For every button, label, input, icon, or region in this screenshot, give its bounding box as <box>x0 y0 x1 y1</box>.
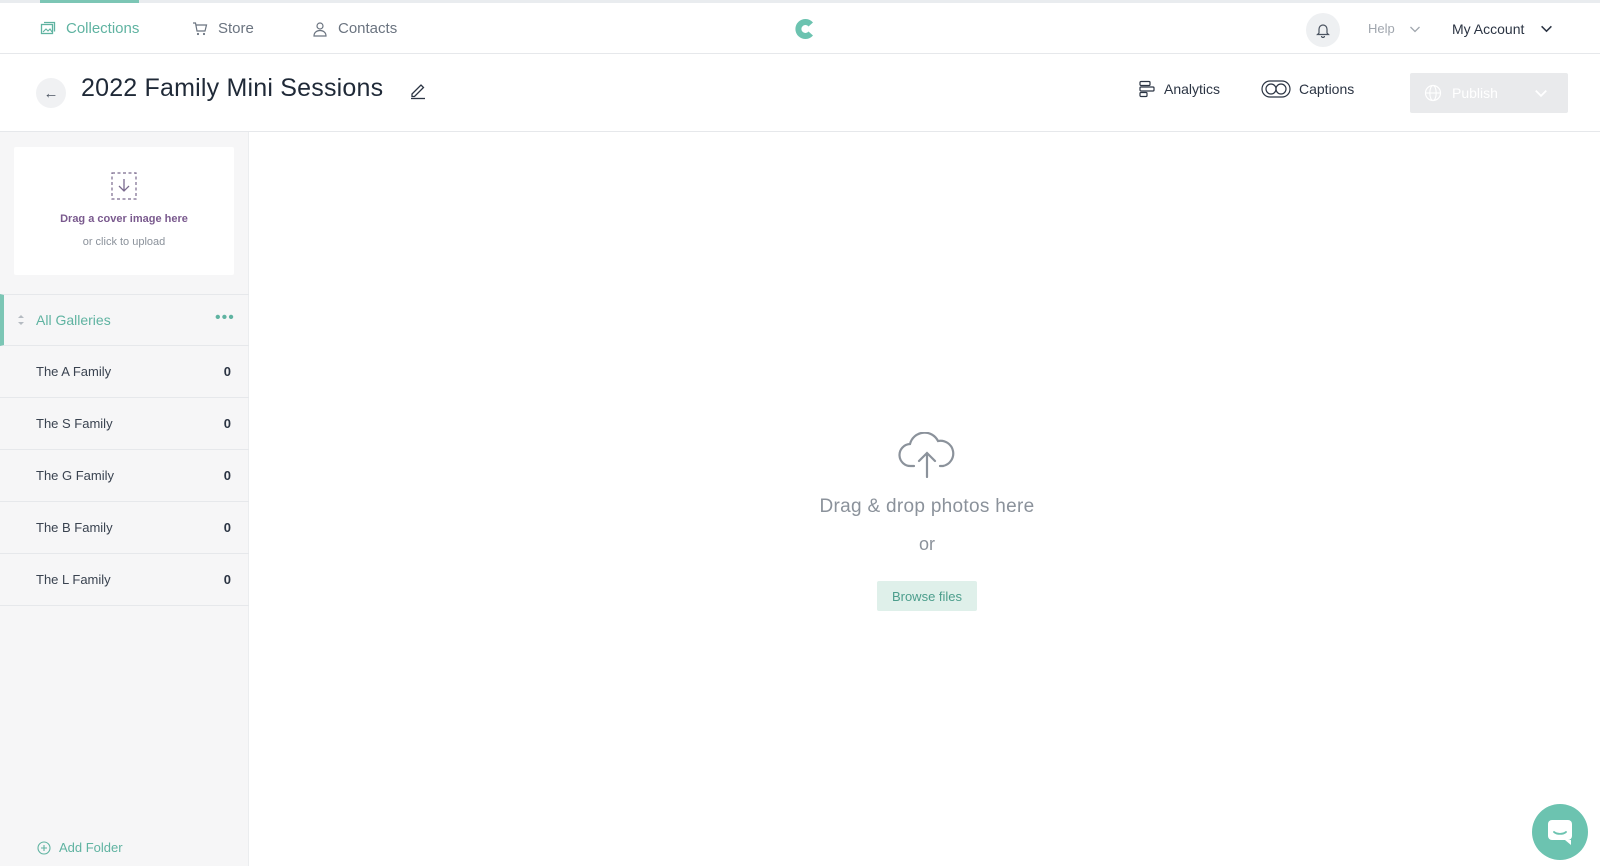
sort-icon[interactable] <box>16 313 26 327</box>
upload-cloud-icon <box>898 432 955 478</box>
back-button[interactable]: ← <box>36 78 66 108</box>
publish-button[interactable]: Publish <box>1410 73 1568 113</box>
account-menu[interactable]: My Account <box>1452 3 1553 54</box>
captions-label: Captions <box>1299 81 1355 97</box>
folder-count: 0 <box>223 520 231 535</box>
folder-item[interactable]: The G Family 0 <box>0 450 249 502</box>
globe-icon <box>1424 84 1442 102</box>
logo-icon[interactable] <box>792 16 818 42</box>
contacts-person-icon <box>313 21 327 37</box>
cover-subtitle: or click to upload <box>82 236 166 248</box>
nav-store[interactable]: Store <box>192 3 254 54</box>
add-folder-button[interactable]: Add Folder <box>37 840 123 855</box>
nav-contacts-label: Contacts <box>338 20 398 37</box>
nav-collections-label: Collections <box>66 20 140 37</box>
folder-name: The L Family <box>36 572 111 587</box>
folder-item[interactable]: The L Family 0 <box>0 554 249 606</box>
folder-name: The G Family <box>36 468 115 483</box>
all-galleries-item[interactable]: All Galleries ••• <box>0 294 249 346</box>
top-nav-bar: Collections Store Contacts Help My Accou… <box>0 0 1600 54</box>
chat-launcher-button[interactable] <box>1532 804 1588 860</box>
captions-button[interactable]: Captions <box>1261 80 1354 98</box>
analytics-button[interactable]: Analytics <box>1138 80 1220 98</box>
publish-label: Publish <box>1452 85 1498 101</box>
photo-dropzone[interactable]: Drag & drop photos here or Browse files <box>249 132 1600 866</box>
folder-item[interactable]: The A Family 0 <box>0 346 249 398</box>
folder-name: The A Family <box>36 364 112 379</box>
nav-contacts[interactable]: Contacts <box>312 3 397 54</box>
folder-item[interactable]: The S Family 0 <box>0 398 249 450</box>
dropzone-title: Drag & drop photos here <box>819 496 1035 517</box>
chat-icon <box>1548 820 1572 845</box>
bell-icon <box>1316 24 1330 38</box>
back-arrow-icon: ← <box>43 84 59 102</box>
help-menu[interactable]: Help <box>1368 3 1421 54</box>
nav-collections[interactable]: Collections <box>40 0 140 54</box>
folder-name: The B Family <box>36 520 113 535</box>
account-label: My Account <box>1452 20 1525 37</box>
analytics-icon <box>1139 80 1155 98</box>
analytics-label: Analytics <box>1164 81 1221 97</box>
cover-image-dropzone[interactable]: Drag a cover image here or click to uplo… <box>14 147 234 275</box>
folder-list: The A Family 0 The S Family 0 The G Fami… <box>0 346 249 606</box>
folder-item[interactable]: The B Family 0 <box>0 502 249 554</box>
notifications-button[interactable] <box>1306 13 1340 47</box>
help-label: Help <box>1368 21 1395 36</box>
more-dots-icon[interactable]: ••• <box>215 309 235 327</box>
folder-count: 0 <box>223 572 231 587</box>
chevron-down-icon[interactable] <box>1534 86 1548 100</box>
page-title: 2022 Family Mini Sessions <box>81 74 384 102</box>
cover-download-icon <box>111 172 137 200</box>
dropzone-or: or <box>918 534 935 554</box>
chevron-down-icon <box>1541 25 1553 33</box>
captions-icon <box>1261 80 1291 98</box>
edit-pencil-icon[interactable] <box>409 80 427 100</box>
folder-count: 0 <box>223 364 231 379</box>
chevron-down-icon <box>1409 26 1420 32</box>
nav-store-label: Store <box>218 20 254 37</box>
folder-count: 0 <box>223 416 231 431</box>
collections-icon <box>40 21 56 34</box>
browse-files-button[interactable]: Browse files <box>877 581 977 611</box>
add-folder-label: Add Folder <box>59 840 123 855</box>
store-cart-icon <box>193 21 208 35</box>
folder-name: The S Family <box>36 416 113 431</box>
collection-header: ← 2022 Family Mini Sessions Analytics Ca… <box>0 54 1600 132</box>
all-galleries-label: All Galleries <box>36 312 111 328</box>
cover-title: Drag a cover image here <box>60 213 188 225</box>
add-circle-icon <box>37 840 51 855</box>
sidebar: Drag a cover image here or click to uplo… <box>0 132 249 866</box>
folder-count: 0 <box>223 468 231 483</box>
